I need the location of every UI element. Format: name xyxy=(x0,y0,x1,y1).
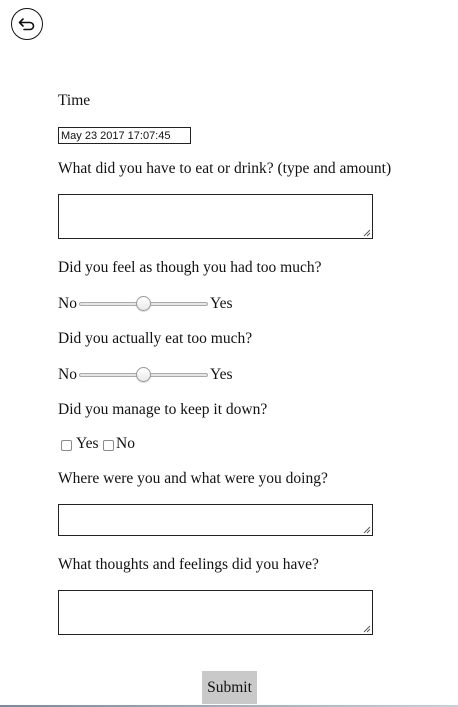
time-label: Time xyxy=(58,92,91,109)
back-arrow-icon xyxy=(18,18,35,31)
felt-too-much-slider-thumb[interactable] xyxy=(136,296,151,311)
kept-down-question: Did you manage to keep it down? xyxy=(58,401,268,418)
slider-max-label: Yes xyxy=(210,295,233,312)
slider-min-label: No xyxy=(58,295,77,312)
food-textarea[interactable] xyxy=(58,194,373,239)
submit-button[interactable]: Submit xyxy=(202,671,257,704)
food-question: What did you have to eat or drink? (type… xyxy=(58,160,392,177)
no-checkbox[interactable] xyxy=(103,440,114,451)
ate-too-much-question: Did you actually eat too much? xyxy=(58,330,253,347)
felt-too-much-slider-row: No Yes xyxy=(58,294,238,314)
slider-max-label: Yes xyxy=(210,366,233,383)
yes-checkbox-label[interactable]: Yes xyxy=(76,435,99,453)
back-button[interactable] xyxy=(11,8,43,40)
ate-too-much-slider-thumb[interactable] xyxy=(136,367,151,382)
ate-too-much-slider-row: No Yes xyxy=(58,365,238,385)
thoughts-question: What thoughts and feelings did you have? xyxy=(58,556,319,573)
time-input[interactable] xyxy=(58,127,191,144)
where-question: Where were you and what were you doing? xyxy=(58,470,328,487)
yes-checkbox[interactable] xyxy=(61,440,72,451)
where-textarea[interactable] xyxy=(58,504,373,536)
thoughts-textarea[interactable] xyxy=(58,590,373,635)
slider-min-label: No xyxy=(58,366,77,383)
felt-too-much-question: Did you feel as though you had too much? xyxy=(58,259,322,276)
kept-down-options: Yes No xyxy=(58,435,148,453)
no-checkbox-label[interactable]: No xyxy=(116,435,135,453)
